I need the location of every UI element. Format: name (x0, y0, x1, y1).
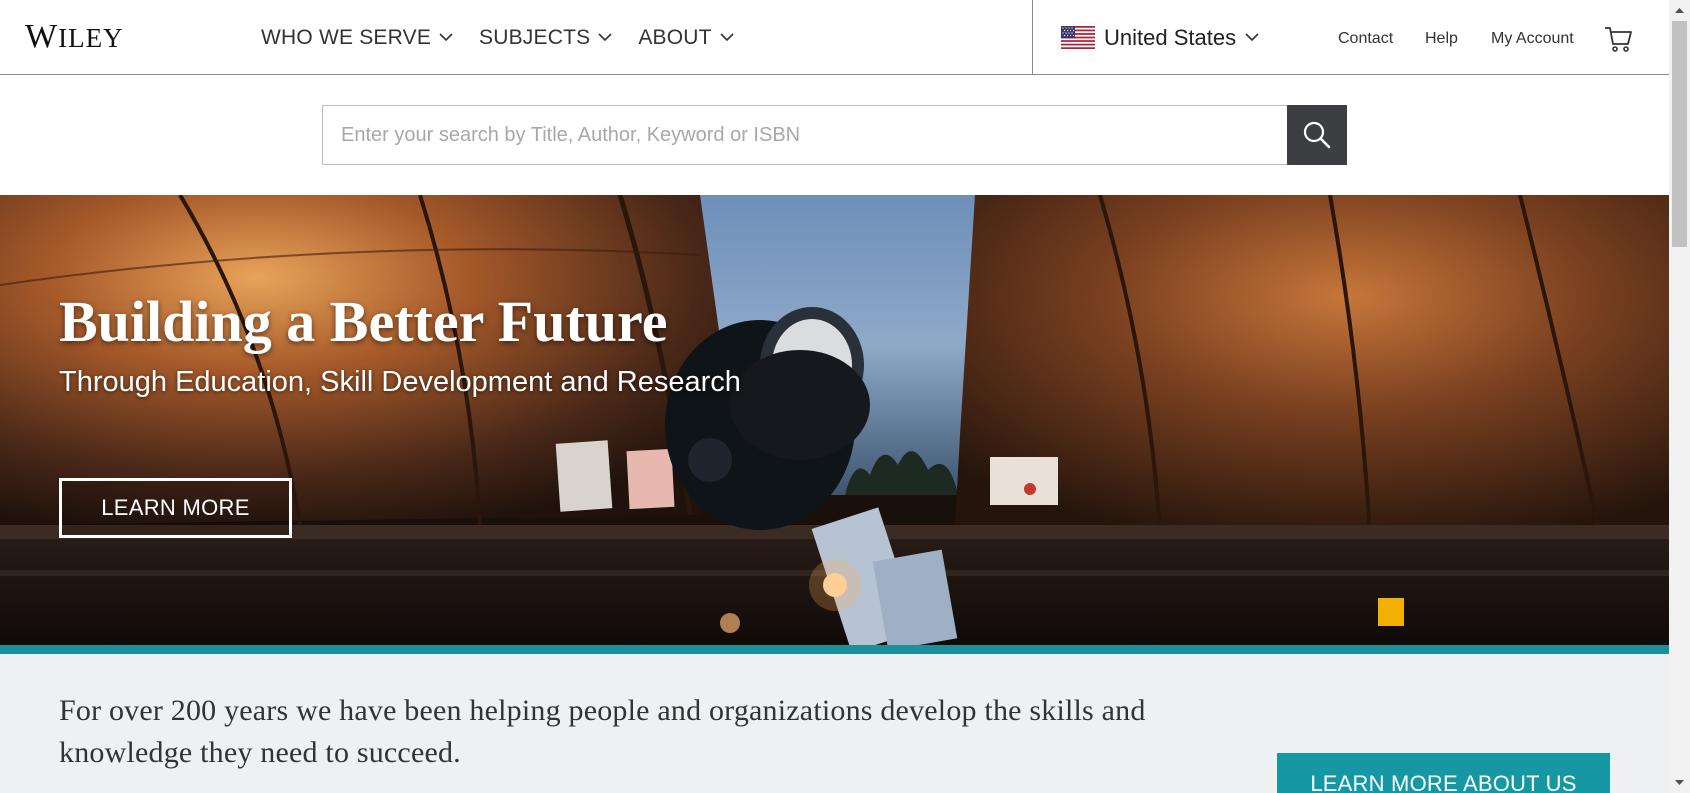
chevron-down-icon (1245, 33, 1259, 42)
nav-about-label: ABOUT (638, 25, 712, 49)
country-selector[interactable]: United States (1061, 0, 1259, 75)
chevron-down-icon (439, 33, 453, 42)
learn-more-about-us-button[interactable]: LEARN MORE ABOUT US (1277, 753, 1610, 793)
scrollbar-thumb[interactable] (1672, 21, 1687, 247)
hero-accent-bar (0, 645, 1669, 654)
about-section: For over 200 years we have been helping … (0, 654, 1669, 793)
logo-rest: ILEY (58, 23, 124, 53)
scroll-down-arrow-icon[interactable] (1669, 772, 1690, 793)
nav-who-we-serve-label: WHO WE SERVE (261, 25, 432, 49)
search-input[interactable] (322, 105, 1287, 165)
hero-observatory-image (0, 195, 1669, 645)
help-link[interactable]: Help (1425, 30, 1458, 48)
hero-learn-more-button[interactable]: LEARN MORE (59, 478, 292, 538)
site-header: WILEY WHO WE SERVE SUBJECTS ABOUT United… (0, 0, 1669, 75)
search-button[interactable] (1287, 105, 1347, 165)
hero-subtitle: Through Education, Skill Development and… (59, 366, 741, 398)
logo-initial: W (25, 18, 59, 55)
search-icon (1303, 121, 1331, 149)
hero-title: Building a Better Future (59, 289, 668, 354)
search-bar (322, 105, 1347, 165)
us-flag-icon (1061, 26, 1095, 49)
main-nav: WHO WE SERVE SUBJECTS ABOUT (261, 0, 734, 75)
hero-banner: Building a Better Future Through Educati… (0, 195, 1669, 645)
my-account-link[interactable]: My Account (1491, 30, 1574, 48)
header-divider (1032, 0, 1033, 75)
cart-icon[interactable] (1603, 24, 1633, 54)
nav-subjects-label: SUBJECTS (479, 25, 591, 49)
nav-about[interactable]: ABOUT (638, 25, 734, 50)
page-scrollbar[interactable] (1669, 0, 1690, 793)
about-text: For over 200 years we have been helping … (59, 694, 1146, 769)
nav-who-we-serve[interactable]: WHO WE SERVE (261, 26, 453, 50)
chevron-down-icon (720, 33, 734, 42)
chevron-down-icon (598, 33, 612, 42)
country-label: United States (1104, 24, 1237, 50)
contact-link[interactable]: Contact (1338, 30, 1393, 48)
scroll-up-arrow-icon[interactable] (1669, 0, 1690, 21)
nav-subjects[interactable]: SUBJECTS (479, 26, 612, 50)
wiley-logo[interactable]: WILEY (25, 18, 124, 56)
